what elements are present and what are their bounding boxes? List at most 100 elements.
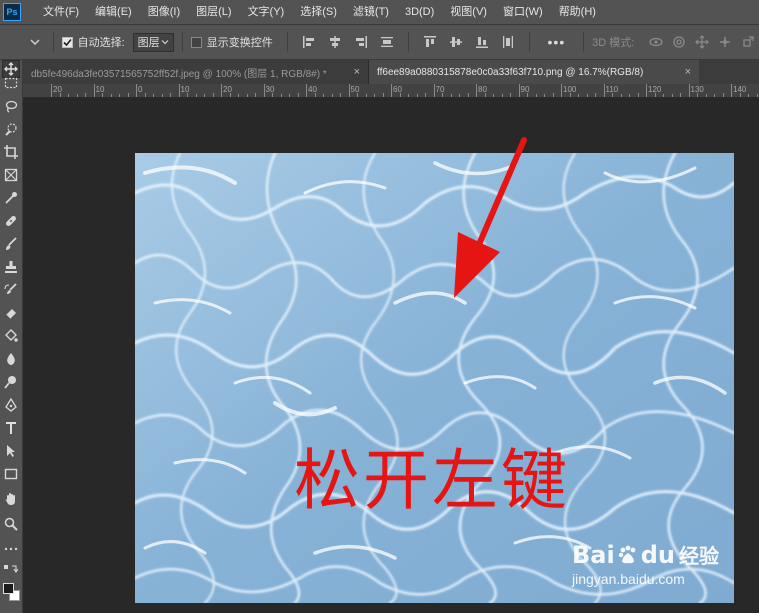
watermark-brand-c: 经验 <box>678 544 719 568</box>
paint-bucket-tool[interactable] <box>2 327 20 345</box>
separator <box>286 32 288 52</box>
ruler-tick <box>161 94 163 97</box>
ruler-tick <box>637 93 639 97</box>
auto-select-checkbox[interactable] <box>61 36 73 48</box>
zoom-icon <box>4 517 18 531</box>
clone-stamp-tool[interactable] <box>2 258 20 276</box>
eraser-tool[interactable] <box>2 304 20 322</box>
lasso-tool[interactable] <box>2 97 20 115</box>
quick-selection-tool[interactable] <box>2 120 20 138</box>
auto-select-value: 图层 <box>137 37 160 49</box>
ruler-label: 70 <box>435 85 445 94</box>
menu-edit[interactable]: 编辑(E) <box>87 0 140 24</box>
history-brush-tool[interactable] <box>2 281 20 299</box>
ruler-tick <box>93 84 95 97</box>
foreground-color-swatch[interactable] <box>3 583 14 594</box>
hand-icon <box>5 493 15 505</box>
align-bottom-edges-button[interactable] <box>474 34 490 50</box>
menu-layer[interactable]: 图层(L) <box>188 0 239 24</box>
ruler-tick <box>297 93 299 97</box>
align-vertical-centers-button[interactable] <box>448 34 464 50</box>
ruler-tick <box>544 94 545 97</box>
ruler-tick <box>654 93 656 97</box>
ruler-tick <box>229 93 231 97</box>
horizontal-ruler[interactable]: 20 10 0 10 20 30 40 50 60 70 80 90 100 110 120 130 140 <box>23 84 759 98</box>
more-options-button[interactable]: ••• <box>548 34 566 50</box>
pen-tool[interactable] <box>2 396 20 414</box>
distribute-button[interactable] <box>379 34 395 50</box>
distribute-vertical-button[interactable] <box>500 34 516 50</box>
show-transform-label: 显示变换控件 <box>206 37 273 49</box>
3d-roll-button[interactable] <box>671 34 686 50</box>
align-left-edges-button[interactable] <box>301 34 317 50</box>
healing-brush-tool[interactable] <box>2 212 20 230</box>
ruler-tick <box>195 94 197 97</box>
align-center-icon <box>329 36 340 48</box>
ruler-tick <box>501 94 503 97</box>
show-transform-checkbox[interactable] <box>191 36 202 48</box>
menu-select[interactable]: 选择(S) <box>292 0 345 24</box>
baidu-paw-icon <box>618 545 636 563</box>
tool-preset-picker[interactable] <box>26 32 45 52</box>
3d-roll-icon <box>673 36 685 48</box>
ruler-label: 40 <box>308 85 317 94</box>
3d-slide-button[interactable] <box>717 34 732 50</box>
menu-image[interactable]: 图像(I) <box>140 0 188 24</box>
frame-tool[interactable] <box>2 166 20 184</box>
photoshop-logo[interactable]: Ps <box>3 3 21 21</box>
ruler-tick <box>212 93 214 97</box>
ruler-tick <box>280 94 282 97</box>
tab-document-png[interactable]: ff6ee89a0880315878e0c0a33f63f710.png @ 1… <box>369 60 699 84</box>
blur-tool[interactable] <box>2 350 20 368</box>
chevron-down-icon <box>30 39 40 46</box>
path-selection-tool[interactable] <box>2 442 20 460</box>
menu-filter[interactable]: 滤镜(T) <box>345 0 397 24</box>
type-tool[interactable] <box>2 419 20 437</box>
eyedropper-tool[interactable] <box>2 189 20 207</box>
close-icon[interactable]: × <box>679 66 691 78</box>
tab-document-jpeg[interactable]: db5fe496da3fe03571565752ff52f.jpeg @ 100… <box>23 60 369 84</box>
ruler-label: 60 <box>393 85 402 94</box>
close-icon[interactable]: × <box>348 66 360 78</box>
ruler-tick <box>663 94 664 97</box>
align-right-edges-button[interactable] <box>353 34 369 50</box>
edit-toolbar-button[interactable] <box>2 540 20 558</box>
ruler-tick <box>527 93 528 97</box>
rectangle-tool[interactable] <box>2 465 20 483</box>
ruler-tick <box>535 94 537 97</box>
ruler-tick <box>680 93 681 97</box>
ruler-tick <box>442 93 443 97</box>
separator <box>182 32 184 52</box>
ruler-tick <box>391 84 392 97</box>
zoom-tool[interactable] <box>2 515 20 533</box>
swap-colors-button[interactable] <box>2 562 20 576</box>
hand-tool[interactable] <box>2 490 20 508</box>
brush-tool[interactable] <box>2 235 20 253</box>
ruler-tick <box>272 93 273 97</box>
auto-select-dropdown[interactable]: 图层 <box>132 32 175 52</box>
marquee-tool[interactable] <box>2 74 20 92</box>
menu-type[interactable]: 文字(Y) <box>240 0 293 24</box>
ruler-label: 10 <box>95 85 105 94</box>
ruler-tick <box>68 94 69 97</box>
3d-rotate-button[interactable] <box>648 34 663 50</box>
document-canvas[interactable] <box>135 153 734 603</box>
align-horizontal-centers-button[interactable] <box>327 34 343 50</box>
ruler-tick <box>246 94 248 97</box>
menu-window[interactable]: 窗口(W) <box>495 0 551 24</box>
menu-view[interactable]: 视图(V) <box>442 0 495 24</box>
menu-file[interactable]: 文件(F) <box>35 0 87 24</box>
ruler-tick <box>756 94 758 97</box>
ruler-tick <box>153 94 154 97</box>
crop-tool[interactable] <box>2 143 20 161</box>
ruler-tick <box>688 84 690 97</box>
menu-help[interactable]: 帮助(H) <box>551 0 604 24</box>
align-top-edges-button[interactable] <box>422 34 438 50</box>
menu-3d[interactable]: 3D(D) <box>397 0 442 24</box>
align-middle-icon <box>449 37 462 47</box>
ruler-tick <box>314 93 316 97</box>
3d-scale-button[interactable] <box>740 34 755 50</box>
dodge-tool[interactable] <box>2 373 20 391</box>
ruler-tick <box>476 84 477 97</box>
3d-pan-button[interactable] <box>694 34 709 50</box>
